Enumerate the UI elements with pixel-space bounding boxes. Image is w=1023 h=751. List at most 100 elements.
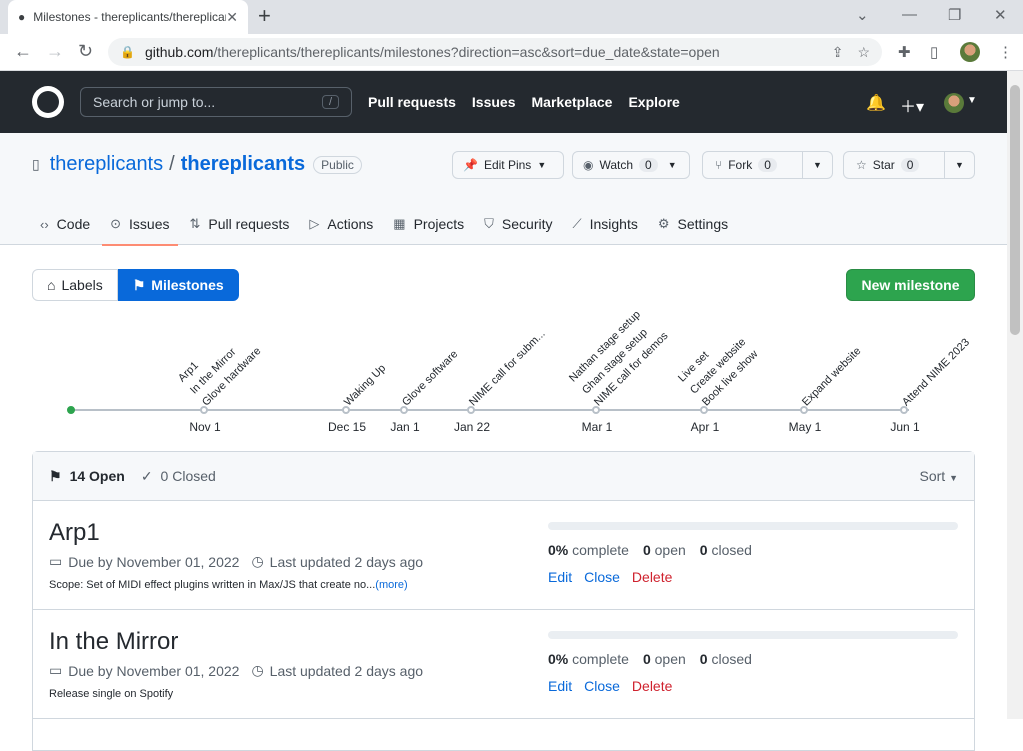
percent-label: complete (572, 542, 629, 558)
clock-icon: ◷ (251, 662, 264, 678)
back-arrow-icon[interactable]: ← (14, 41, 32, 62)
code-icon: ‹› (40, 216, 49, 232)
progress-bar (548, 631, 958, 639)
nav-pull-requests[interactable]: Pull requests (368, 94, 456, 110)
tab-security[interactable]: ⛉ Security (476, 211, 564, 245)
close-link[interactable]: Close (584, 678, 620, 694)
repo-owner-link[interactable]: thereplicants (50, 153, 163, 176)
star-button[interactable]: ☆ Star 0 ▼ (843, 151, 975, 179)
nav-explore[interactable]: Explore (628, 94, 679, 110)
visibility-badge: Public (313, 155, 362, 174)
open-label: open (654, 542, 686, 558)
milestone-actions: Edit Close Delete (548, 678, 672, 694)
tab-issues[interactable]: ⊙ Issues (102, 211, 181, 246)
nav-marketplace[interactable]: Marketplace (532, 94, 613, 110)
fork-count: 0 (758, 158, 777, 172)
tab-settings[interactable]: ⚙ Settings (650, 211, 740, 245)
milestone-title[interactable]: Arp1 (49, 519, 100, 547)
new-tab-plus-icon[interactable]: + (258, 5, 271, 27)
address-bar[interactable]: 🔒 github.com/thereplicants/thereplicants… (108, 38, 882, 66)
user-menu-caret-icon[interactable]: ▼ (967, 95, 977, 106)
search-shortcut-key: / (321, 95, 339, 109)
window-close-icon[interactable]: ✕ (994, 6, 1007, 24)
timeline-dot[interactable] (200, 406, 208, 414)
tab-label: Security (501, 216, 553, 232)
timeline-milestone[interactable]: Glove software (400, 348, 460, 408)
open-issues[interactable]: 0 open (643, 542, 686, 558)
shield-icon: ⛉ (484, 216, 494, 231)
tab-insights[interactable]: ⟋ Insights (565, 211, 650, 245)
calendar-icon: ▭ (49, 662, 63, 678)
tab-actions[interactable]: ▷ Actions (301, 211, 385, 245)
open-issues[interactable]: 0 open (643, 651, 686, 667)
tab-projects[interactable]: ▦ Projects (385, 211, 476, 245)
share-icon[interactable]: ⇪ (832, 44, 844, 61)
profile-avatar[interactable] (960, 42, 980, 62)
timeline-dot[interactable] (800, 406, 808, 414)
edit-pins-button[interactable]: 📌 Edit Pins ▼ (452, 151, 564, 179)
tab-search-chevron-icon[interactable]: ⌄ (856, 6, 869, 24)
tab-pull-requests[interactable]: ⇅ Pull requests (182, 211, 302, 245)
fork-dropdown-icon[interactable]: ▼ (802, 152, 832, 178)
user-avatar[interactable] (944, 93, 964, 113)
timeline-milestone[interactable]: NIME call for subm... (467, 328, 548, 409)
delete-link[interactable]: Delete (632, 569, 672, 585)
notifications-bell-icon[interactable]: 🔔 (866, 93, 886, 113)
side-panel-icon[interactable]: ▯ (930, 43, 938, 61)
tab-close-icon[interactable]: ✕ (226, 9, 238, 26)
page-scrollbar[interactable] (1007, 71, 1023, 719)
watch-button[interactable]: ◉ Watch 0 ▼ (572, 151, 690, 179)
timeline-milestone[interactable]: Waking Up (342, 362, 388, 408)
repo-title: ▯ thereplicants / thereplicants Public (32, 153, 362, 176)
timeline-milestone[interactable]: Expand website (800, 345, 863, 408)
edit-link[interactable]: Edit (548, 569, 572, 585)
nav-issues[interactable]: Issues (472, 94, 516, 110)
timeline-dot[interactable] (592, 406, 600, 414)
reload-icon[interactable]: ↻ (78, 41, 93, 62)
milestone-meta: ▭ Due by November 01, 2022 ◷ Last update… (49, 553, 423, 570)
sort-dropdown[interactable]: Sort ▼ (920, 468, 959, 484)
timeline-dot[interactable] (700, 406, 708, 414)
timeline-today-dot (67, 406, 75, 414)
github-logo-icon[interactable] (32, 86, 64, 118)
extensions-puzzle-icon[interactable]: ✚ (898, 43, 911, 61)
menu-kebab-icon[interactable]: ⋮ (998, 43, 1013, 61)
timeline-dot[interactable] (900, 406, 908, 414)
percent-value: 0% (548, 651, 569, 667)
issue-opened-icon: ⊙ (110, 216, 122, 231)
timeline-date: May 1 (788, 420, 822, 434)
create-new-plus-icon[interactable]: ＋▾ (900, 93, 924, 117)
tab-code[interactable]: ‹› Code (32, 211, 102, 245)
more-link[interactable]: (more) (375, 579, 407, 591)
star-icon: ☆ (856, 158, 867, 172)
timeline-dot[interactable] (342, 406, 350, 414)
star-dropdown-icon[interactable]: ▼ (944, 152, 974, 178)
bookmark-star-icon[interactable]: ☆ (857, 44, 870, 61)
closed-filter[interactable]: ✓ 0 Closed (141, 468, 216, 485)
percent-complete: 0% complete (548, 651, 629, 667)
milestone-title[interactable]: In the Mirror (49, 628, 178, 656)
open-value: 0 (642, 542, 651, 558)
browser-tab[interactable]: ● Milestones - thereplicants/thereplican… (8, 0, 248, 34)
delete-link[interactable]: Delete (632, 678, 672, 694)
open-filter[interactable]: ⚑ 14 Open (49, 468, 125, 485)
table-icon: ▦ (393, 216, 406, 231)
closed-issues[interactable]: 0 closed (700, 542, 752, 558)
milestone-description: Release single on Spotify (49, 688, 173, 700)
timeline-dot[interactable] (400, 406, 408, 414)
description-text: Release single on Spotify (49, 688, 174, 700)
timeline-dot[interactable] (467, 406, 475, 414)
closed-issues[interactable]: 0 closed (700, 651, 752, 667)
repo-name-link[interactable]: thereplicants (181, 153, 305, 176)
forward-arrow-icon[interactable]: → (46, 41, 64, 62)
scrollbar-thumb[interactable] (1010, 85, 1020, 335)
edit-link[interactable]: Edit (548, 678, 572, 694)
timeline-milestone[interactable]: Attend NIME 2023 (900, 336, 972, 408)
close-link[interactable]: Close (584, 569, 620, 585)
percent-complete: 0% complete (548, 542, 629, 558)
fork-button[interactable]: ⑂ Fork 0 ▼ (702, 151, 833, 179)
restore-icon[interactable]: ❐ (948, 6, 961, 24)
timeline-date: Nov 1 (189, 420, 221, 434)
minimize-icon[interactable]: — (902, 6, 917, 23)
search-input[interactable]: Search or jump to... / (80, 87, 352, 117)
